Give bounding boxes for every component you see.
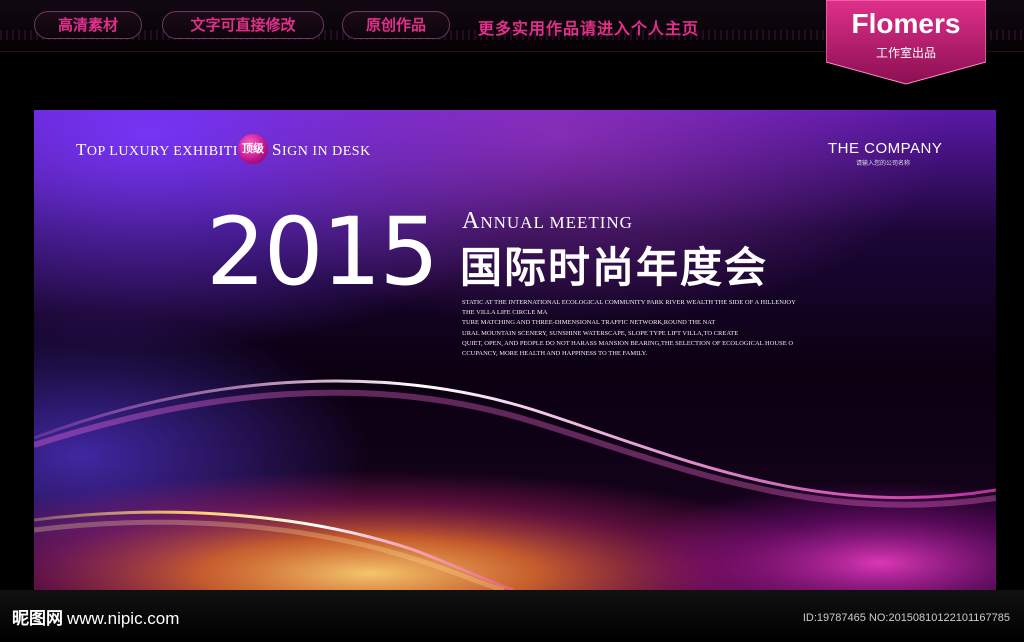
event-year: 2015	[206, 198, 439, 307]
description-line: CCUPANCY, MORE HEALTH AND HAPPINESS TO T…	[462, 350, 648, 358]
studio-badge: Flomers 工作室出品	[826, 0, 986, 86]
image-id-info: ID:19787465 NO:20150810122101167785	[802, 612, 1010, 624]
studio-brand-name: Flomers	[851, 8, 961, 39]
description-line: TURE MATCHING AND THREE-DIMENSIONAL TRAF…	[462, 319, 716, 327]
watermark-footer: 昵图网 www.nipic.com ID:19787465 NO:20150810…	[0, 590, 1024, 642]
annual-meeting-label: ANNUAL MEETING	[462, 208, 633, 234]
studio-brand-sub: 工作室出品	[875, 46, 936, 60]
nipic-watermark[interactable]: 昵图网 www.nipic.com	[12, 604, 179, 629]
company-name-hint: 请输入您的公司名称	[856, 160, 911, 167]
description-line: QUIET, OPEN, AND PEOPLE DO NOT HARASS MA…	[462, 339, 794, 347]
exhibition-board: TOP LUXURY EXHIBITION 顶级 SIGN IN DESK TH…	[34, 110, 996, 590]
description-line: STATIC AT THE INTERNATIONAL ECOLOGICAL C…	[462, 299, 796, 306]
pill-editable-text: 文字可直接修改	[162, 11, 324, 39]
pill-hd-material: 高清素材	[34, 11, 142, 39]
description-line: THE VILLA LIFE CIRCLE MA	[462, 309, 548, 317]
description-line: URAL MOUNTAIN SCENERY, SUNSHINE WATERSCA…	[462, 329, 739, 337]
top-level-badge: 顶级	[238, 134, 268, 164]
event-description: STATIC AT THE INTERNATIONAL ECOLOGICAL C…	[462, 298, 842, 359]
company-name: THE COMPANY	[828, 140, 943, 157]
event-title-cn: 国际时尚年度会	[460, 243, 769, 292]
top-banner-bar: 高清素材 文字可直接修改 原创作品 更多实用作品请进入个人主页 Flomers …	[0, 0, 1024, 85]
tagline-top-luxury: TOP LUXURY EXHIBITION	[76, 140, 260, 159]
promo-text[interactable]: 更多实用作品请进入个人主页	[478, 15, 699, 39]
pill-original-work: 原创作品	[342, 11, 450, 39]
tagline-sign-in-desk: SIGN IN DESK	[272, 140, 371, 159]
